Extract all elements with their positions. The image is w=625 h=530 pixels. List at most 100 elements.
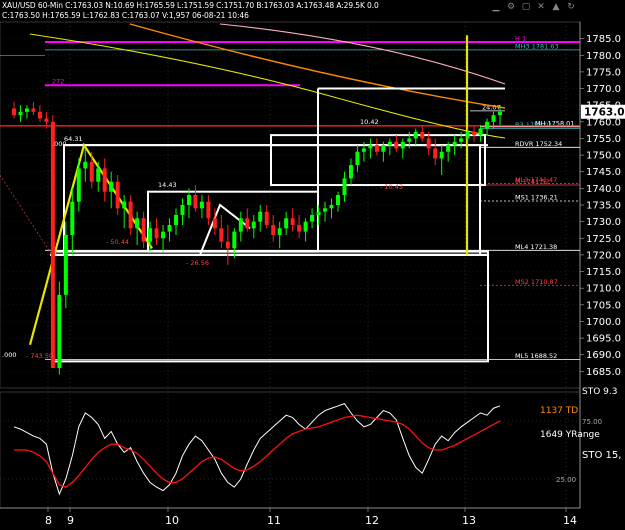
annotation: - 743.50: [26, 352, 53, 360]
candle-body: [193, 195, 198, 209]
oscillator-panel: 1137 TD 1649 YRange STO 15, STO 9.3 75.00 25.…: [0, 387, 621, 496]
candle-body: [478, 128, 483, 136]
time-axis: 8 9 10 11 12 13 14: [0, 507, 580, 527]
candle-body: [161, 231, 166, 239]
dashed-guide: [0, 174, 53, 256]
candle-body: [148, 228, 153, 242]
candle-body: [206, 201, 211, 219]
candle-body: [465, 131, 470, 139]
candle-body: [37, 111, 42, 119]
time-tick-label: 12: [365, 514, 379, 527]
price-tick-label: 1685.0: [586, 367, 621, 378]
annotation: - 10.43: [380, 183, 403, 191]
candle-body: [70, 201, 75, 235]
candle-body: [498, 111, 502, 116]
candle-body: [225, 241, 230, 249]
price-tick-label: 1755.0: [586, 134, 621, 145]
pivot-levels: H 1MH3 1781.6327224.07R3 1758.01MH 1758.…: [0, 34, 580, 360]
candle-body: [96, 168, 101, 182]
candle-body: [426, 138, 431, 149]
annotation: - 26.56: [186, 259, 209, 267]
candle-body: [44, 118, 49, 122]
candle-body: [303, 221, 308, 232]
candle-body: [115, 181, 120, 209]
candle-body: [381, 145, 386, 152]
level-label: ML4 1721.38: [515, 243, 557, 251]
candle-body: [368, 145, 373, 149]
time-tick-label: 8: [45, 514, 52, 527]
price-tick-label: 1735.0: [586, 201, 621, 212]
candle-body: [24, 108, 29, 112]
annotations: 64.31 14.43 - 26.56 - 50.44 10.42 - 10.43 - 74…: [2, 118, 403, 360]
candle-body: [12, 108, 16, 116]
candle-body: [329, 205, 334, 209]
price-tick-label: 1715.0: [586, 267, 621, 278]
candle-body: [290, 218, 295, 225]
stoch-top-label: STO 9.3: [582, 387, 617, 397]
candle-body: [154, 228, 159, 239]
stoch-fast-line: [13, 403, 501, 496]
price-tick-label: 1705.0: [586, 300, 621, 311]
price-tick-label: 1760.0: [586, 117, 621, 128]
annotation: 64.31: [64, 135, 83, 143]
candle-body: [141, 218, 146, 242]
time-tick-label: 13: [462, 514, 476, 527]
candle-body: [83, 161, 88, 169]
candle-body: [76, 168, 81, 202]
td-label: 1137 TD: [540, 406, 578, 416]
candle-body: [258, 211, 263, 222]
candle-body: [413, 131, 418, 139]
price-tick-label: 1690.0: [586, 350, 621, 361]
annotation: 10.42: [360, 118, 379, 126]
osc-tick-label: 75.00: [582, 418, 602, 426]
price-tick-label: 1725.0: [586, 234, 621, 245]
price-axis: 1685.0 1690.0 1695.0 1700.0 1705.0 1710.0 1715…: [580, 34, 625, 378]
candle-body: [63, 234, 68, 295]
level-label: 272: [52, 78, 64, 86]
current-price-label: 1763.03: [584, 107, 625, 119]
candle-body: [355, 151, 360, 166]
candle-body: [18, 111, 23, 116]
candle-body: [219, 228, 224, 242]
price-tick-label: 1750.0: [586, 151, 621, 162]
price-tick-label: 1740.0: [586, 184, 621, 195]
candle-body: [232, 231, 237, 249]
candle-body: [485, 121, 490, 129]
annotation: 14.43: [158, 181, 177, 189]
level-label: MS2 1710.87: [515, 278, 558, 286]
time-tick-label: 14: [563, 514, 577, 527]
price-tick-label: 1775.0: [586, 67, 621, 78]
candle-body: [323, 208, 328, 212]
candle-body: [199, 201, 204, 209]
candle-body: [238, 218, 243, 232]
price-tick-label: 1745.0: [586, 167, 621, 178]
candle-body: [472, 131, 477, 136]
candle-body: [459, 138, 464, 142]
yrange-label: 1649 YRange: [540, 430, 600, 440]
candle-body: [212, 218, 217, 229]
candle-body: [420, 131, 425, 139]
candle-body: [271, 224, 276, 235]
candle-body: [245, 218, 250, 229]
level-label: ML5 1688.52: [515, 352, 557, 360]
pink-ma: [219, 23, 506, 85]
candle-body: [374, 145, 379, 152]
candle-body: [284, 218, 289, 229]
level-label: MH3 1781.63: [515, 42, 559, 50]
candle-body: [310, 214, 315, 222]
candle-body: [31, 108, 36, 112]
candle-body: [50, 121, 55, 369]
level-label: M 1741.52: [515, 178, 550, 186]
candle-body: [361, 148, 366, 152]
annotation: - 50.44: [106, 238, 129, 246]
candle-body: [102, 168, 107, 192]
candle-body: [122, 201, 127, 209]
price-tick-label: 1770.0: [586, 84, 621, 95]
price-tick-label: 1785.0: [586, 34, 621, 45]
price-tick-label: 1700.0: [586, 317, 621, 328]
price-tick-label: 1710.0: [586, 284, 621, 295]
candle-body: [316, 211, 321, 215]
annotation: .000: [52, 140, 66, 148]
price-chart: H 1MH3 1781.6327224.07R3 1758.01MH 1758.…: [0, 21, 625, 527]
stoch-slow-line: [14, 414, 501, 488]
